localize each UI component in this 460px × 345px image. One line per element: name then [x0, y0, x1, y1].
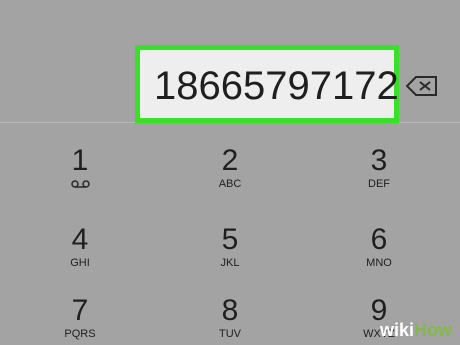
wiki-text: wiki	[379, 320, 414, 340]
key-2-letters: ABC	[218, 178, 242, 190]
key-3[interactable]: 3 DEF	[351, 144, 407, 191]
how-text: How	[414, 320, 452, 340]
key-5-letters: JKL	[220, 257, 240, 269]
number-display-text: 18665797172	[154, 64, 399, 108]
key-8[interactable]: 8 TUV	[202, 294, 258, 341]
key-7[interactable]: 7 PQRS	[52, 294, 108, 341]
key-8-digit: 8	[221, 294, 239, 327]
key-6-digit: 6	[370, 223, 388, 256]
key-5-digit: 5	[221, 223, 239, 256]
key-2[interactable]: 2 ABC	[202, 144, 258, 191]
key-8-letters: TUV	[219, 328, 241, 340]
key-7-digit: 7	[71, 294, 89, 327]
key-1-digit: 1	[71, 144, 89, 177]
key-4-letters: GHI	[70, 257, 90, 269]
key-2-digit: 2	[221, 144, 239, 177]
key-4[interactable]: 4 GHI	[52, 223, 108, 270]
key-1[interactable]: 1	[52, 146, 108, 194]
key-3-letters: DEF	[368, 178, 390, 190]
key-6-letters: MNO	[366, 257, 392, 269]
wikihow-watermark: wikiHow	[380, 320, 452, 341]
key-4-digit: 4	[71, 223, 89, 256]
voicemail-icon	[70, 180, 90, 188]
number-display[interactable]: 18665797172	[135, 45, 399, 123]
key-6[interactable]: 6 MNO	[351, 223, 407, 270]
key-7-letters: PQRS	[64, 328, 96, 340]
backspace-icon[interactable]	[406, 76, 438, 96]
key-3-digit: 3	[370, 144, 388, 177]
key-5[interactable]: 5 JKL	[202, 223, 258, 270]
